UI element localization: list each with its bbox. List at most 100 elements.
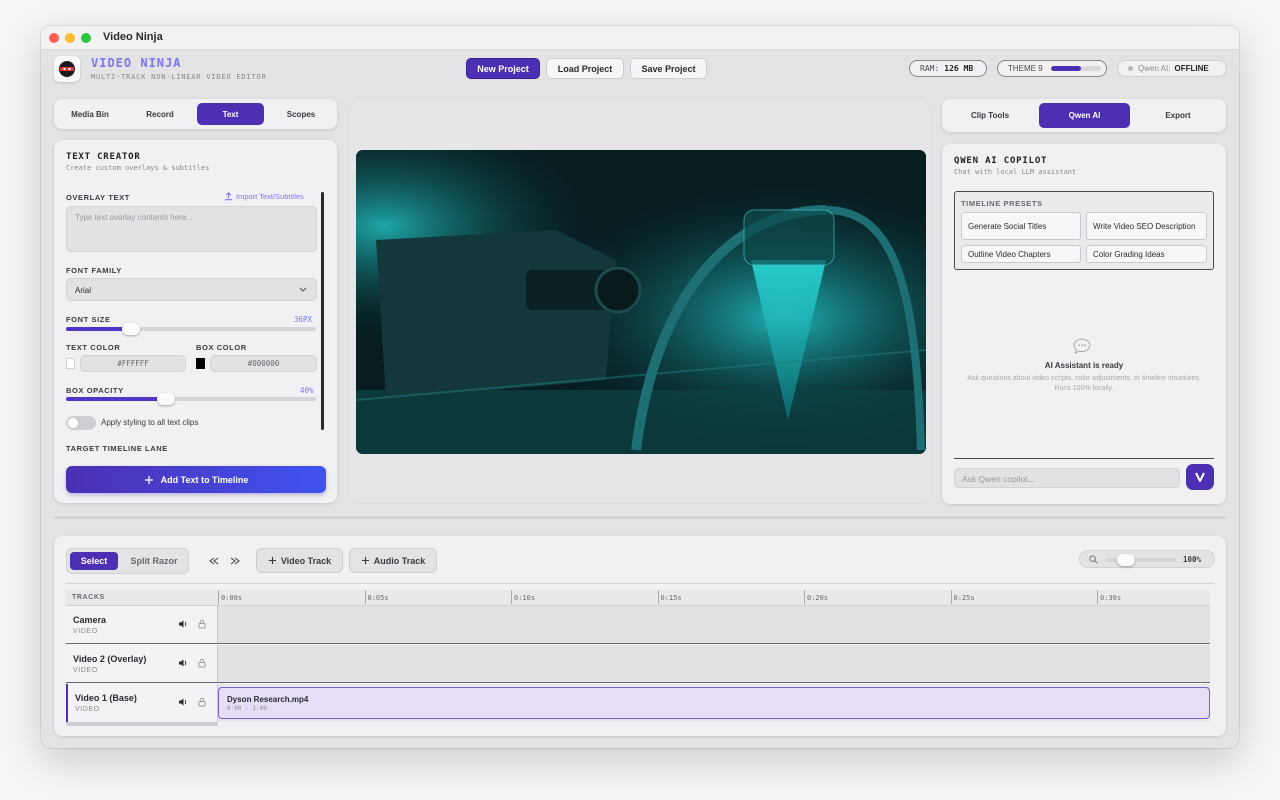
video-preview[interactable]	[356, 150, 926, 454]
font-size-slider[interactable]	[66, 323, 316, 335]
import-subtitles-link[interactable]: Import Text/Subtitles	[224, 192, 304, 201]
tab-scopes[interactable]: Scopes	[269, 103, 333, 125]
add-text-button-label: Add Text to Timeline	[160, 474, 249, 485]
tab-record[interactable]: Record	[128, 103, 192, 125]
track-type: VIDEO	[75, 706, 100, 713]
add-audio-track-label: Audio Track	[373, 555, 426, 566]
theme-selector[interactable]: THEME 9	[997, 60, 1107, 77]
tab-media-bin[interactable]: Media Bin	[58, 103, 122, 125]
brand-subtitle: MULTI-TRACK NON-LINEAR VIDEO EDITOR	[91, 73, 267, 81]
close-window-button[interactable]	[49, 33, 59, 43]
track-header[interactable]: Video 1 (Base) VIDEO	[66, 684, 218, 722]
lock-icon[interactable]	[197, 658, 207, 668]
ai-status-indicator: Qwen AI: OFFLINE	[1117, 60, 1227, 77]
zoom-icon	[1089, 555, 1098, 564]
preset-video-chapters[interactable]: Outline Video Chapters	[961, 245, 1081, 263]
time-ruler[interactable]: TRACKS 0:00s 0:05s 0:10s 0:15s 0:20s 0:25s 0:3…	[66, 590, 1210, 606]
theme-level-bar[interactable]	[1051, 66, 1101, 71]
preset-seo-description[interactable]: Write Video SEO Description	[1086, 212, 1207, 240]
plus-icon	[361, 556, 369, 565]
text-color-input[interactable]: #FFFFFF	[80, 355, 186, 372]
box-color-swatch[interactable]	[196, 358, 205, 369]
new-project-button[interactable]: New Project	[466, 58, 540, 79]
timeline-scrollbar[interactable]	[66, 722, 218, 726]
toggle-knob	[68, 418, 78, 428]
clip-name: Dyson Research.mp4	[227, 695, 309, 704]
volume-icon[interactable]	[178, 619, 188, 629]
toolbar-divider	[66, 583, 1214, 584]
font-family-label: FONT FAMILY	[66, 266, 122, 275]
minimize-window-button[interactable]	[65, 33, 75, 43]
ruler-tick-label: 0:20s	[807, 594, 829, 602]
panel-splitter[interactable]	[54, 516, 1226, 519]
tab-export[interactable]: Export	[1135, 103, 1221, 128]
timeline-presets-box: TIMELINE PRESETS Generate Social Titles …	[954, 191, 1214, 270]
box-opacity-slider-knob[interactable]	[157, 393, 175, 405]
box-color-input[interactable]: #000000	[210, 355, 317, 372]
ai-ready-title: AI Assistant is ready	[1044, 361, 1124, 370]
copilot-subtitle: Chat with local LLM assistant	[954, 168, 1077, 176]
zoom-window-button[interactable]	[81, 33, 91, 43]
tracks-header: TRACKS	[72, 594, 105, 601]
track-row-camera[interactable]: Camera VIDEO	[66, 606, 1210, 644]
video-clip[interactable]: Dyson Research.mp4 0:00 - 1:49	[218, 687, 1210, 719]
volume-icon[interactable]	[178, 658, 188, 668]
chevron-down-icon	[299, 287, 307, 292]
send-button[interactable]	[1186, 464, 1214, 490]
volume-icon[interactable]	[178, 697, 188, 707]
preset-social-titles[interactable]: Generate Social Titles	[961, 212, 1081, 240]
tab-qwen-ai[interactable]: Qwen AI	[1039, 103, 1130, 128]
import-subtitles-label: Import Text/Subtitles	[236, 192, 304, 201]
lock-icon[interactable]	[197, 619, 207, 629]
apply-all-toggle[interactable]	[66, 416, 96, 430]
preset-color-grading[interactable]: Color Grading Ideas	[1086, 245, 1207, 263]
track-type: VIDEO	[73, 628, 98, 635]
panel-scrollbar[interactable]	[321, 192, 324, 430]
tab-text[interactable]: Text	[197, 103, 264, 125]
copilot-chat-input[interactable]: Ask Qwen copilot...	[954, 468, 1180, 488]
add-video-track-button[interactable]: Video Track	[256, 548, 343, 573]
load-project-button[interactable]: Load Project	[546, 58, 624, 79]
select-tool-button[interactable]: Select	[70, 552, 118, 570]
font-family-select[interactable]: Arial	[66, 278, 317, 301]
track-row-video-1[interactable]: Video 1 (Base) VIDEO Dyson Research.mp4 …	[66, 684, 1210, 722]
rewind-icon[interactable]	[209, 557, 219, 565]
ruler-tick-label: 0:05s	[367, 594, 389, 602]
status-dot-icon	[1128, 66, 1133, 71]
brand-name: VIDEO NINJA	[91, 56, 182, 70]
title-bar: Video Ninja	[41, 26, 1239, 50]
ruler-tick	[511, 590, 512, 604]
add-text-button[interactable]: Add Text to Timeline	[66, 466, 326, 493]
overlay-text-input[interactable]: Type text overlay contents here...	[66, 206, 317, 252]
fast-forward-icon[interactable]	[230, 557, 240, 565]
font-size-slider-knob[interactable]	[122, 323, 140, 335]
copilot-panel: QWEN AI COPILOT Chat with local LLM assi…	[942, 144, 1226, 504]
ai-ready-text: Ask questions about video scripts, color…	[967, 375, 1201, 392]
zoom-slider[interactable]	[1106, 554, 1176, 566]
text-creator-title: TEXT CREATOR	[66, 152, 141, 162]
theme-label: THEME 9	[1008, 64, 1043, 73]
ninja-logo-icon	[54, 56, 80, 82]
chat-divider	[954, 458, 1214, 459]
zoom-control: 100%	[1079, 550, 1215, 568]
track-header[interactable]: Video 2 (Overlay) VIDEO	[66, 645, 218, 682]
box-opacity-value: 40%	[300, 386, 314, 395]
ruler-tick	[218, 590, 219, 604]
font-size-label: FONT SIZE	[66, 315, 111, 324]
zoom-slider-knob[interactable]	[1117, 554, 1135, 566]
track-row-video-2[interactable]: Video 2 (Overlay) VIDEO	[66, 645, 1210, 683]
lock-icon[interactable]	[197, 697, 207, 707]
text-color-label: TEXT COLOR	[66, 343, 121, 352]
split-razor-button[interactable]: Split Razor	[122, 552, 186, 570]
track-header[interactable]: Camera VIDEO	[66, 606, 218, 643]
ram-indicator: RAM: 126 MB	[909, 60, 987, 77]
tab-clip-tools[interactable]: Clip Tools	[946, 103, 1034, 128]
app-window: Video Ninja VIDEO NINJA MULTI-TRACK NON-…	[41, 26, 1239, 748]
text-color-swatch[interactable]	[66, 358, 75, 369]
theme-level-fill	[1051, 66, 1081, 71]
save-project-button[interactable]: Save Project	[630, 58, 707, 79]
ruler-tick-label: 0:25s	[953, 594, 975, 602]
ai-status-label: Qwen AI:	[1138, 64, 1171, 73]
add-audio-track-button[interactable]: Audio Track	[349, 548, 437, 573]
box-opacity-slider[interactable]	[66, 393, 316, 405]
